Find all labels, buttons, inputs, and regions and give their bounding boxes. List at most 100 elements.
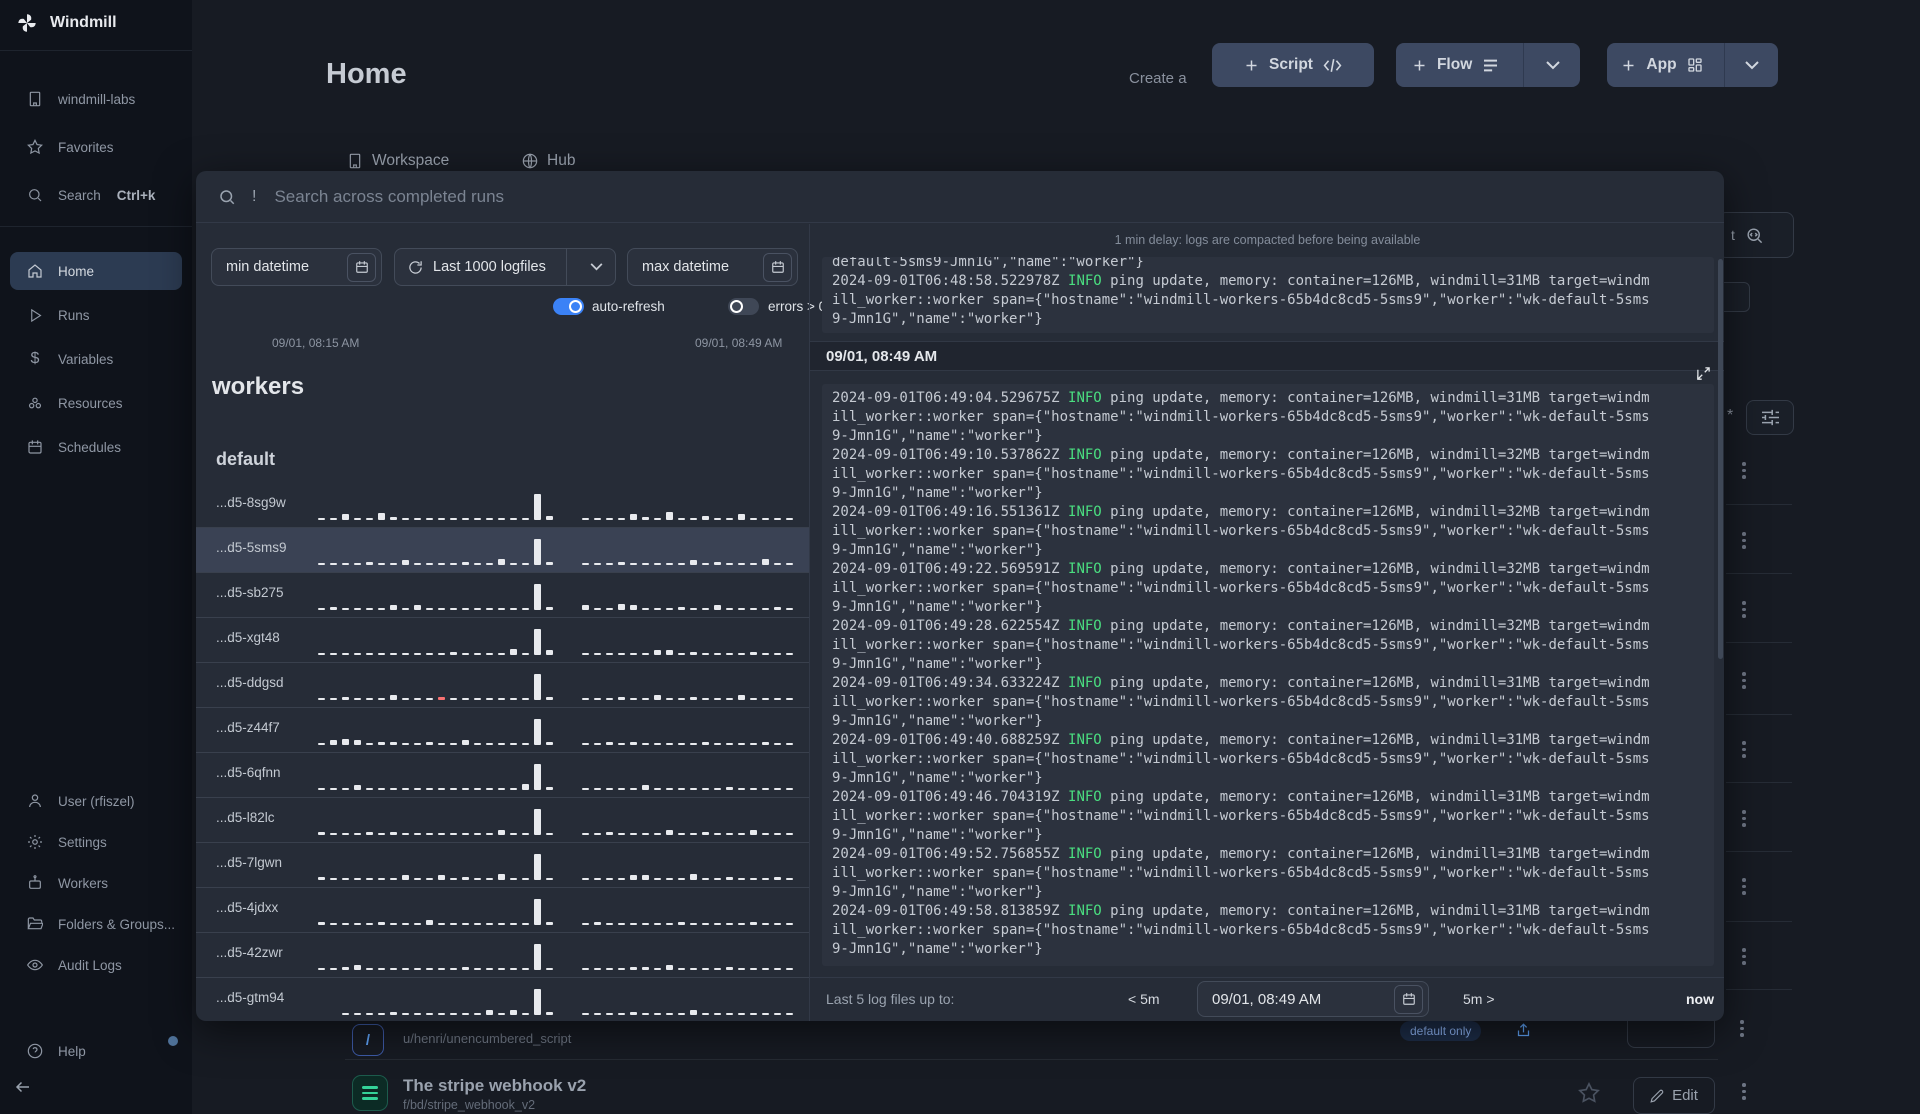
- worker-row[interactable]: ...d5-4jdxx: [196, 888, 809, 933]
- worker-row[interactable]: ...d5-8sg9w: [196, 483, 809, 528]
- row-divider: [1726, 573, 1792, 574]
- filter-settings-button[interactable]: [1746, 400, 1794, 435]
- worker-sparkline: [318, 537, 793, 565]
- create-flow-main[interactable]: Flow: [1396, 56, 1515, 74]
- worker-sparkline: [318, 852, 793, 880]
- sidebar-item-schedules[interactable]: Schedules: [10, 428, 182, 466]
- worker-sparkline: [318, 717, 793, 745]
- log-entry: 2024-09-01T06:49:58.813859Z INFO ping up…: [832, 903, 1650, 957]
- plus-icon: [1621, 58, 1636, 73]
- robot-icon: [26, 875, 44, 891]
- row-divider: [345, 1059, 1718, 1060]
- calendar-icon: [763, 252, 792, 282]
- worker-row[interactable]: ...d5-sb275: [196, 573, 809, 618]
- help-icon: [26, 1043, 44, 1059]
- log-level: INFO: [1068, 903, 1102, 919]
- worker-row[interactable]: ...d5-5sms9: [196, 528, 809, 573]
- worker-list: ...d5-8sg9w ...d5-5sms9 ...d5-sb275 ...d5-x…: [196, 483, 809, 1021]
- range-start: 09/01, 08:15 AM: [272, 336, 360, 350]
- row-menu-icon[interactable]: [1736, 948, 1752, 965]
- log-level: INFO: [1068, 390, 1102, 406]
- logfiles-select[interactable]: Last 1000 logfiles: [394, 248, 616, 286]
- worker-sparkline: [318, 942, 793, 970]
- row-menu-icon[interactable]: [1736, 672, 1752, 689]
- forward-5m-button[interactable]: 5m >: [1463, 991, 1495, 1007]
- collapse-sidebar-icon[interactable]: [14, 1078, 32, 1096]
- max-datetime-picker[interactable]: max datetime: [627, 248, 798, 286]
- log-clipped-line: default-5sms9-Jmn1G","name":"worker"}: [832, 257, 1144, 270]
- modal-search-bar: !: [196, 171, 1724, 223]
- auto-refresh-toggle[interactable]: [553, 298, 584, 315]
- menu-lines-icon: [1482, 59, 1499, 72]
- log-block-current: 2024-09-01T06:49:04.529675Z INFO ping up…: [822, 384, 1714, 966]
- create-app-button[interactable]: App: [1607, 43, 1778, 87]
- calendar-icon: [26, 439, 44, 455]
- log-entry: 2024-09-01T06:49:04.529675Z INFO ping up…: [832, 390, 1650, 444]
- chevron-down-icon: [577, 263, 615, 271]
- sidebar-item-settings[interactable]: Settings: [10, 823, 182, 861]
- worker-row[interactable]: ...d5-42zwr: [196, 933, 809, 978]
- app-dropdown-button[interactable]: [1727, 60, 1778, 70]
- code-icon: [1323, 58, 1342, 73]
- sliders-icon: [1761, 409, 1780, 426]
- calendar-icon: [347, 252, 376, 282]
- sidebar-item-variables[interactable]: $ Variables: [10, 340, 182, 378]
- sidebar-item-workers[interactable]: Workers: [10, 864, 182, 902]
- search-input[interactable]: [272, 185, 1177, 208]
- worker-row[interactable]: ...d5-z44f7: [196, 708, 809, 753]
- back-5m-button[interactable]: < 5m: [1128, 991, 1160, 1007]
- windmill-logo[interactable]: Windmill: [16, 12, 117, 34]
- sidebar-item-workspace[interactable]: windmill-labs: [10, 80, 182, 118]
- worker-row[interactable]: ...d5-7lgwn: [196, 843, 809, 888]
- sidebar-item-home[interactable]: Home: [10, 252, 182, 290]
- favorite-star-icon[interactable]: [1578, 1082, 1600, 1104]
- sidebar-item-favorites[interactable]: Favorites: [10, 128, 182, 166]
- user-icon: [26, 793, 44, 809]
- row-menu-icon[interactable]: [1736, 601, 1752, 618]
- row-menu-icon[interactable]: [1736, 1083, 1752, 1100]
- log-scrollbar[interactable]: [1718, 259, 1723, 659]
- delay-notice: 1 min delay: logs are compacted before b…: [1114, 233, 1421, 247]
- worker-row[interactable]: ...d5-l82lc: [196, 798, 809, 843]
- worker-row[interactable]: ...d5-xgt48: [196, 618, 809, 663]
- expand-icon[interactable]: [1696, 366, 1711, 381]
- building-icon: [26, 91, 44, 107]
- sidebar-item-user[interactable]: User (rfiszel): [10, 782, 182, 820]
- worker-row[interactable]: ...d5-gtm94: [196, 978, 809, 1021]
- sidebar-item-search[interactable]: Search Ctrl+k: [10, 176, 182, 214]
- code-search-icon: [1745, 226, 1764, 245]
- tab-workspace[interactable]: Workspace: [347, 152, 449, 170]
- sidebar-item-folders-groups[interactable]: Folders & Groups...: [10, 905, 182, 943]
- search-prefix: !: [252, 187, 257, 205]
- row-menu-icon[interactable]: [1736, 741, 1752, 758]
- create-flow-button[interactable]: Flow: [1396, 43, 1580, 87]
- row-menu-icon[interactable]: [1736, 810, 1752, 827]
- worker-name: ...d5-gtm94: [216, 990, 285, 1005]
- search-icon: [26, 187, 44, 203]
- row-menu-icon[interactable]: [1734, 1020, 1750, 1037]
- worker-row[interactable]: ...d5-ddgsd: [196, 663, 809, 708]
- errors-toggle[interactable]: [728, 298, 759, 315]
- create-app-main[interactable]: App: [1607, 56, 1717, 74]
- log-datetime-picker[interactable]: 09/01, 08:49 AM: [1197, 981, 1429, 1017]
- edit-button[interactable]: Edit: [1633, 1077, 1715, 1114]
- dollar-icon: $: [30, 350, 40, 367]
- sidebar-item-audit-logs[interactable]: Audit Logs: [10, 946, 182, 984]
- worker-row[interactable]: ...d5-6qfnn: [196, 753, 809, 798]
- row-menu-icon[interactable]: [1736, 878, 1752, 895]
- code-search-chip[interactable]: t: [1718, 212, 1794, 258]
- row-menu-icon[interactable]: [1736, 462, 1752, 479]
- now-button[interactable]: now: [1686, 991, 1714, 1007]
- tab-hub[interactable]: Hub: [522, 152, 575, 170]
- row-menu-icon[interactable]: [1736, 532, 1752, 549]
- min-datetime-picker[interactable]: min datetime: [211, 248, 382, 286]
- worker-name: ...d5-7lgwn: [216, 855, 283, 870]
- sidebar-item-resources[interactable]: Resources: [10, 384, 182, 422]
- range-end: 09/01, 08:49 AM: [695, 336, 783, 350]
- sidebar-item-help[interactable]: Help: [10, 1032, 182, 1070]
- flow-dropdown-button[interactable]: [1525, 60, 1580, 70]
- create-script-button[interactable]: Script: [1212, 43, 1374, 87]
- log-entry: 2024-09-01T06:49:40.688259Z INFO ping up…: [832, 732, 1650, 786]
- log-entry: 2024-09-01T06:49:16.551361Z INFO ping up…: [832, 504, 1650, 558]
- sidebar-item-runs[interactable]: Runs: [10, 296, 182, 334]
